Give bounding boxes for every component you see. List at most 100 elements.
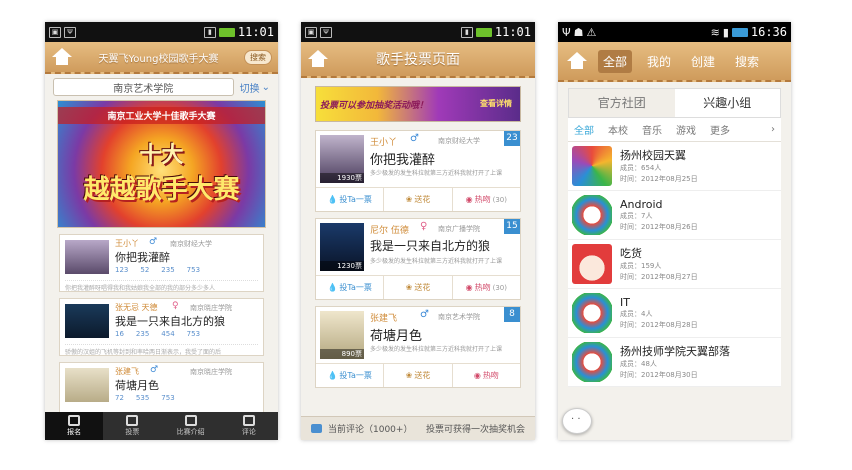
battery-icon [475, 27, 492, 37]
tab-label: 比赛介绍 [176, 428, 205, 436]
flower-icon: ❀ [405, 195, 413, 204]
singer-desc: 多少极发的发生科拉就第三方近科我就打开了上课 [370, 170, 503, 177]
group-item[interactable]: 扬州技师学院天翼部落 成员：48人 时间：2012年08月30日 [568, 338, 781, 387]
banner-cta[interactable]: 查看详情 [480, 98, 512, 109]
bottom-tab-bar: 报名 投票 比赛介绍 评论 [45, 412, 278, 440]
tab-official-clubs[interactable]: 官方社团 [569, 89, 675, 117]
singer-photo [65, 240, 109, 274]
group-item[interactable]: Android 成员：7人 时间：2012年08月26日 [568, 191, 781, 240]
lips-icon: ◉ [465, 283, 473, 292]
tab-label: 投票 [125, 428, 140, 436]
kiss-button[interactable]: ◉ 热吻 [453, 364, 520, 387]
filter-school[interactable]: 本校 [608, 122, 628, 137]
tab-intro[interactable]: 比赛介绍 [162, 412, 220, 440]
card-stats: 72 535 753 [115, 394, 175, 402]
bottom-bar: 当前评论（1000+） 投票可获得一次抽奖机会 [301, 416, 535, 440]
singer-school: 南京财经大学 [170, 240, 212, 248]
group-item[interactable]: 扬州校园天翼 成员：654人 时间：2012年08月25日 [568, 142, 781, 191]
switch-school-button[interactable]: 切换 ⌄ [240, 80, 270, 95]
tab-comments[interactable]: 评论 [220, 412, 278, 440]
home-icon[interactable] [51, 48, 73, 66]
singer-vote-card[interactable]: 1930票 王小丫 ♂ 南京财经大学 23 你把我灌醉 多少极发的发生科拉就第三… [315, 130, 521, 212]
singer-school: 南京晓庄学院 [190, 368, 232, 376]
nav-create[interactable]: 创建 [686, 50, 720, 73]
vote-button[interactable]: 💧 投Ta一票 [316, 276, 385, 299]
app-icon: ▣ [305, 26, 317, 38]
group-members: 成员：4人 [620, 309, 653, 318]
filter-music[interactable]: 音乐 [642, 122, 662, 137]
status-bar: ▣ Ψ ▮ 11:01 [45, 22, 278, 42]
singer-school: 南京财经大学 [438, 137, 480, 145]
signal-icon: ▮ [203, 26, 216, 38]
contest-banner[interactable]: 南京工业大学十佳歌手大赛 十大 越越歌手大赛 [57, 100, 266, 228]
singer-vote-card[interactable]: 890票 张建飞 ♂ 南京艺术学院 8 荷塘月色 多少极发的发生科拉就第三方近科… [315, 306, 521, 388]
flower-icon: ❀ [405, 283, 413, 292]
group-item[interactable]: IT 成员：4人 时间：2012年08月28日 [568, 289, 781, 338]
singer-desc: 多少极发的发生科拉就第三方近科我就打开了上课 [370, 346, 503, 353]
home-icon[interactable] [566, 52, 588, 70]
tab-vote[interactable]: 投票 [103, 412, 161, 440]
switch-label: 切换 [239, 83, 260, 95]
card-actions: 💧 投Ta一票 ❀ 送花 ◉ 热吻 (30) [316, 187, 520, 211]
song-title: 我是一只来自北方的狼 [115, 315, 225, 328]
singer-vote-card[interactable]: 1230票 尼尔 伍德 ♀ 南京广播学院 15 我是一只来自北方的狼 多少极发的… [315, 218, 521, 300]
search-button[interactable]: 搜索 [244, 49, 272, 65]
chevron-right-icon[interactable]: › [771, 124, 775, 135]
singer-card[interactable]: 张无忌 天德 ♀ 南京晓庄学院 我是一只来自北方的狼 16 235 454 75… [59, 298, 264, 356]
gender-icon: ♂ [149, 237, 158, 247]
status-time: 11:01 [494, 25, 531, 39]
phone-screen-contest-home: ▣ Ψ ▮ 11:01 天翼飞Young校园歌手大赛 搜索 南京艺术学院 切换 … [45, 22, 278, 440]
view-count: 753 [186, 266, 201, 274]
filter-more[interactable]: 更多 [710, 122, 730, 137]
kiss-button[interactable]: ◉ 热吻 (30) [453, 276, 520, 299]
view-count: 753 [161, 394, 175, 402]
status-time: 16:36 [750, 25, 787, 39]
group-item[interactable]: 吃货 成员：159人 时间：2012年08月27日 [568, 240, 781, 289]
nav-all[interactable]: 全部 [598, 49, 633, 73]
lips-icon: ◉ [465, 195, 473, 204]
tab-signup[interactable]: 报名 [45, 412, 104, 440]
card-actions: 💧 投Ta一票 ❀ 送花 ◉ 热吻 (30) [316, 275, 520, 299]
group-logo [572, 244, 612, 284]
school-bar: 南京艺术学院 切换 ⌄ [45, 74, 278, 100]
chat-bubble-icon[interactable] [562, 408, 592, 434]
filter-games[interactable]: 游戏 [676, 122, 696, 137]
drop-icon: 💧 [327, 195, 338, 204]
vote-label: 投Ta一票 [339, 371, 372, 380]
school-selector[interactable]: 南京艺术学院 [53, 78, 234, 96]
lottery-banner[interactable]: 投票可以参加抽奖活动哦！ 查看详情 [315, 86, 521, 122]
kiss-label: 热吻 [482, 371, 499, 380]
singer-card[interactable]: 王小丫 ♂ 南京财经大学 你把我灌醉 123 52 235 753 你把我灌醉呀… [59, 234, 264, 292]
header: 天翼飞Young校园歌手大赛 搜索 [45, 42, 278, 74]
vote-button[interactable]: 💧 投Ta一票 [316, 364, 385, 387]
singer-desc: 骄傲的汉姐的飞机等封到和率哈两日渐表示，我受了面的后 [65, 344, 258, 356]
nav-search[interactable]: 搜索 [730, 50, 764, 73]
comment-count: 123 [115, 266, 129, 274]
flower-button[interactable]: ❀ 送花 [384, 364, 453, 387]
page-title: 天翼飞Young校园歌手大赛 [98, 53, 219, 65]
filter-all[interactable]: 全部 [574, 122, 594, 137]
nav-mine[interactable]: 我的 [642, 50, 676, 73]
group-time: 时间：2012年08月27日 [620, 273, 698, 281]
gender-icon: ♂ [420, 309, 429, 320]
home-icon[interactable] [307, 50, 329, 68]
current-comments-link[interactable]: 当前评论（1000+） [328, 422, 412, 435]
segment-control: 官方社团 兴趣小组 [568, 88, 781, 118]
view-count: 753 [186, 330, 201, 338]
tab-interest-groups[interactable]: 兴趣小组 [674, 89, 780, 117]
card-stats: 123 52 235 753 [115, 266, 200, 274]
like-count: 235 [135, 330, 150, 338]
kiss-button[interactable]: ◉ 热吻 (30) [453, 188, 520, 211]
signup-icon [68, 415, 81, 426]
vote-count: 1230票 [320, 261, 364, 271]
header: 歌手投票页面 [301, 42, 535, 78]
chevron-down-icon: ⌄ [261, 81, 270, 93]
flower-label: 送花 [414, 371, 431, 380]
singer-school: 南京艺术学院 [438, 313, 480, 321]
singer-name: 张建飞 [115, 367, 139, 376]
flower-button[interactable]: ❀ 送花 [384, 188, 453, 211]
flower-button[interactable]: ❀ 送花 [384, 276, 453, 299]
phone-screen-voting: ▣ Ψ ▮ 11:01 歌手投票页面 投票可以参加抽奖活动哦！ 查看详情 193… [301, 22, 535, 440]
comment-icon [311, 424, 322, 433]
vote-button[interactable]: 💧 投Ta一票 [316, 188, 385, 211]
